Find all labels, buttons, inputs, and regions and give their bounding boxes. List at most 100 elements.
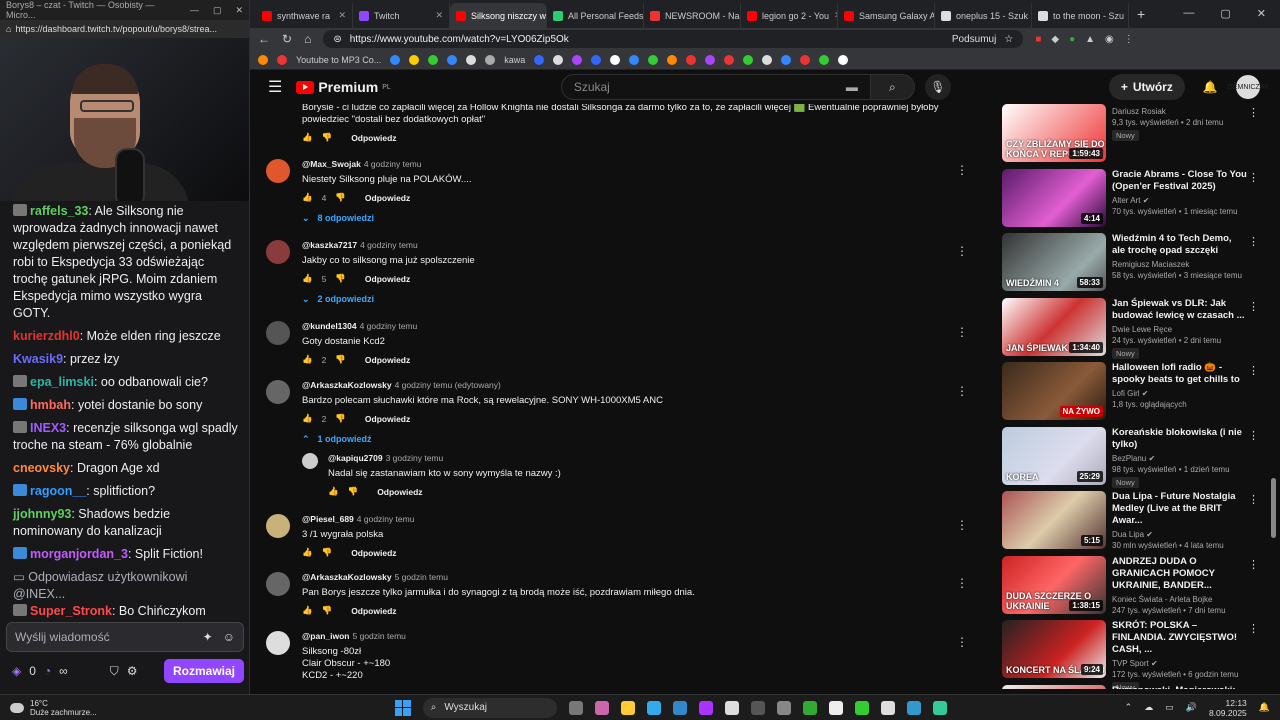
more-options-icon[interactable]: ⋮ <box>1248 558 1259 571</box>
chat-username[interactable]: INEX3 <box>30 421 66 435</box>
chevron-up-icon[interactable]: ⌃ <box>1125 702 1133 713</box>
star-icon[interactable]: ☆ <box>1004 34 1013 45</box>
home-icon[interactable]: ⌂ <box>304 32 311 46</box>
channel-name[interactable]: BezPlanu <box>1112 454 1146 463</box>
like-icon[interactable]: 👍 <box>302 273 313 284</box>
video-thumbnail[interactable]: 4:14 <box>1002 168 1106 227</box>
bookmark-icon[interactable] <box>743 54 754 65</box>
bookmark-icon[interactable] <box>648 54 659 65</box>
notifications-bell-icon[interactable]: 🔔 <box>1203 80 1218 94</box>
app-icon[interactable] <box>880 700 895 715</box>
app-icon[interactable] <box>906 700 921 715</box>
comment-time[interactable]: 3 godziny temu <box>386 453 444 463</box>
app-icon[interactable] <box>776 700 791 715</box>
more-options-icon[interactable]: ⋮ <box>1248 622 1259 635</box>
hamburger-menu-icon[interactable]: ☰ <box>268 77 282 97</box>
bookmark-icon[interactable] <box>572 54 583 65</box>
comment-time[interactable]: 5 godzin temu <box>353 631 406 641</box>
bookmark-icon[interactable] <box>534 54 545 65</box>
avatar[interactable] <box>266 240 290 264</box>
recommended-video[interactable]: DUDA SZCZERZE O UKRAINIE 1:38:15 ANDRZEJ D… <box>1002 555 1267 616</box>
like-icon[interactable]: 👍 <box>302 354 313 365</box>
video-thumbnail[interactable]: NA ŻYWO <box>1002 362 1106 420</box>
chat-username[interactable]: morganjordan_3 <box>30 547 128 561</box>
bookmark-icon[interactable] <box>800 54 811 65</box>
video-title[interactable]: Halloween lofi radio 🎃 - spooky beats to… <box>1112 362 1247 386</box>
channel-name[interactable]: Remigiusz Maciaszek <box>1112 260 1189 269</box>
volume-icon[interactable]: 🔊 <box>1186 702 1197 713</box>
comment-author[interactable]: @Max_Swojak <box>302 159 361 169</box>
browser-tab[interactable]: legion go 2 - You✕ <box>741 3 838 28</box>
bookmark-icon[interactable] <box>485 54 496 65</box>
bookmark-icon[interactable] <box>781 54 792 65</box>
more-options-icon[interactable]: ⋮ <box>1248 364 1259 377</box>
bookmark-icon[interactable] <box>466 54 477 65</box>
more-options-icon[interactable]: ⋮ <box>956 384 968 398</box>
comment-time[interactable]: 4 godziny temu (edytowany) <box>395 380 501 390</box>
start-button[interactable] <box>394 699 411 716</box>
xbox-icon[interactable] <box>802 700 817 715</box>
show-replies-button[interactable]: ⌄ 2 odpowiedzi <box>302 294 952 305</box>
channel-name[interactable]: Dwie Lewe Ręce <box>1112 325 1172 334</box>
emote-icon[interactable]: ☺ <box>223 630 235 644</box>
close-tab-icon[interactable]: ✕ <box>338 10 346 21</box>
browser-tab[interactable]: to the moon - Szu✕ <box>1032 3 1129 28</box>
menu-icon[interactable]: ⋮ <box>1124 34 1134 45</box>
like-icon[interactable]: 👍 <box>328 486 339 497</box>
app-icon[interactable] <box>854 700 869 715</box>
recommended-video[interactable]: Rymanowski, Magierowski: Jak Karol z Don… <box>1002 684 1267 690</box>
avatar[interactable] <box>266 321 290 345</box>
bookmark-icon[interactable] <box>686 54 697 65</box>
notifications-icon[interactable]: 🔔 <box>1259 702 1270 713</box>
video-thumbnail[interactable]: KONCERT NA ŚLĄSKU 9:24 <box>1002 620 1106 678</box>
site-info-icon[interactable]: ⊜ <box>333 34 341 45</box>
app-icon[interactable] <box>698 700 713 715</box>
back-icon[interactable]: ← <box>258 32 270 46</box>
bookmark-icon[interactable] <box>428 54 439 65</box>
chat-input[interactable]: Wyślij wiadomość ✦ ☺ <box>6 622 244 652</box>
chat-username[interactable]: epa_limski <box>30 375 94 389</box>
bookmark-icon[interactable] <box>838 54 849 65</box>
app-icon[interactable] <box>932 700 947 715</box>
avatar[interactable] <box>266 514 290 538</box>
more-options-icon[interactable]: ⋮ <box>956 576 968 590</box>
youtube-logo[interactable]: Premium PL <box>296 79 391 95</box>
chat-username[interactable]: Kwasik9 <box>13 352 63 366</box>
video-thumbnail[interactable]: DUDA SZCZERZE O UKRAINIE 1:38:15 <box>1002 555 1106 614</box>
avatar[interactable] <box>302 453 318 469</box>
network-icon[interactable]: ▭ <box>1165 702 1174 713</box>
bookmark-icon[interactable] <box>610 54 621 65</box>
browser-tab[interactable]: Samsung Galaxy A✕ <box>838 3 935 28</box>
more-options-icon[interactable]: ⋮ <box>1248 429 1259 442</box>
recommended-video[interactable]: CZY ZBLIŻAMY SIĘ DO KOŃCA V REPUBLIKI? 1:… <box>1002 104 1267 164</box>
browser-tab[interactable]: All Personal Feeds✕ <box>547 3 644 28</box>
bits-icon[interactable]: ✦ <box>203 630 213 644</box>
steam-icon[interactable] <box>672 700 687 715</box>
show-replies-button[interactable]: ⌄ 8 odpowiedzi <box>302 213 952 224</box>
dislike-icon[interactable]: 👎 <box>322 605 333 616</box>
comment-time[interactable]: 5 godzin temu <box>395 572 448 582</box>
bookmark-icon[interactable] <box>258 54 268 65</box>
bookmark-icon[interactable] <box>724 54 735 65</box>
file-explorer-icon[interactable] <box>620 700 635 715</box>
chat-username[interactable]: cneovsky <box>13 461 70 475</box>
more-options-icon[interactable]: ⋮ <box>956 244 968 258</box>
clock[interactable]: 12:13 8.09.2025 <box>1209 698 1247 718</box>
browser-tab[interactable]: Silksong niszczy w✕ <box>450 3 547 28</box>
weather-widget[interactable]: 16°C Duże zachmurze... <box>10 699 97 717</box>
reply-button[interactable]: Odpowiedz <box>351 606 396 616</box>
close-icon[interactable]: ✕ <box>235 5 243 16</box>
video-thumbnail[interactable]: WIEDŹMIN 4 58:33 <box>1002 233 1106 291</box>
bookmark-icon[interactable] <box>819 54 830 65</box>
reply-button[interactable]: Odpowiedz <box>365 193 410 203</box>
bookmark-icon[interactable] <box>390 54 401 65</box>
video-title[interactable]: Rymanowski, Magierowski: Jak Karol z Don… <box>1112 685 1247 690</box>
video-title[interactable]: Gracie Abrams - Close To You (Open'er Fe… <box>1112 169 1247 193</box>
recommended-video[interactable]: WIEDŹMIN 4 58:33 Wiedźmin 4 to Tech Demo, … <box>1002 233 1267 293</box>
comment-author[interactable]: @ArkaszkaKozlowsky <box>302 380 392 390</box>
like-icon[interactable]: 👍 <box>302 547 313 558</box>
reply-button[interactable]: Odpowiedz <box>365 414 410 424</box>
browser-tab[interactable]: NEWSROOM - Na✕ <box>644 3 741 28</box>
avatar[interactable]: ZIEMNICZAK <box>1227 75 1269 99</box>
recommended-video[interactable]: NA ŻYWO Halloween lofi radio 🎃 - spooky b… <box>1002 362 1267 422</box>
